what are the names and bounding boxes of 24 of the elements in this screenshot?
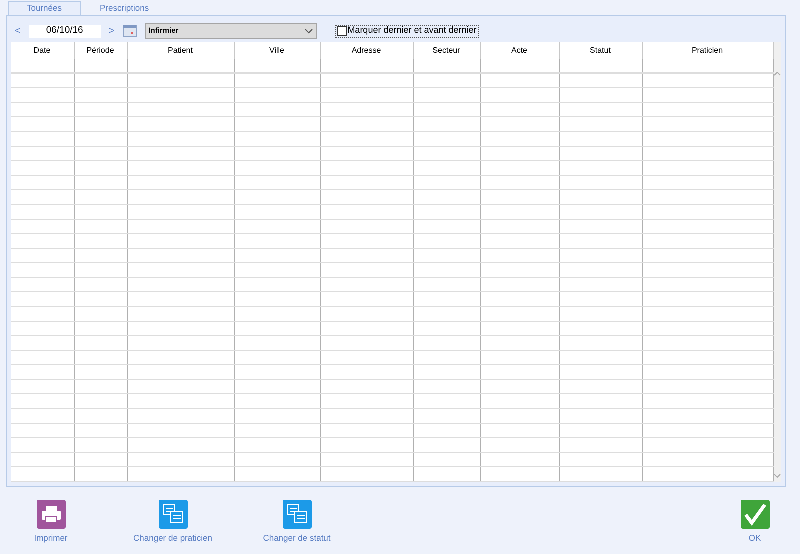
column-header[interactable]: Praticien (642, 42, 773, 59)
column-header[interactable]: Adresse (320, 42, 413, 59)
column-header[interactable]: Période (74, 42, 127, 59)
calendar-button[interactable]: Changer de praticien (112, 500, 234, 545)
column-header[interactable]: Patient (127, 42, 234, 59)
print-button[interactable]: Imprimer (0, 500, 102, 545)
column-header[interactable]: Acte (480, 42, 559, 59)
chevron-icon (304, 28, 313, 34)
date-field[interactable]: 06/10/16 (28, 24, 101, 38)
ok-button[interactable]: OK (725, 500, 785, 545)
scroll-up-icon[interactable] (774, 72, 781, 76)
calendar-icon (282, 500, 312, 529)
column-header[interactable]: Secteur (413, 42, 480, 59)
column-header[interactable]: Statut (559, 42, 642, 59)
column-header[interactable]: Date (11, 42, 74, 59)
column-header[interactable]: Ville (234, 42, 320, 59)
checkmark-icon (740, 500, 770, 529)
calendar-button[interactable]: Changer de statut (236, 500, 358, 545)
printer-icon (36, 500, 66, 529)
tab[interactable]: Prescriptions (80, 1, 168, 15)
scroll-down-icon[interactable] (774, 474, 781, 478)
checkbox[interactable]: Marquer dernier et avant dernier (334, 24, 479, 38)
calendar-icon[interactable] (122, 25, 137, 37)
calendar-icon (158, 500, 188, 529)
